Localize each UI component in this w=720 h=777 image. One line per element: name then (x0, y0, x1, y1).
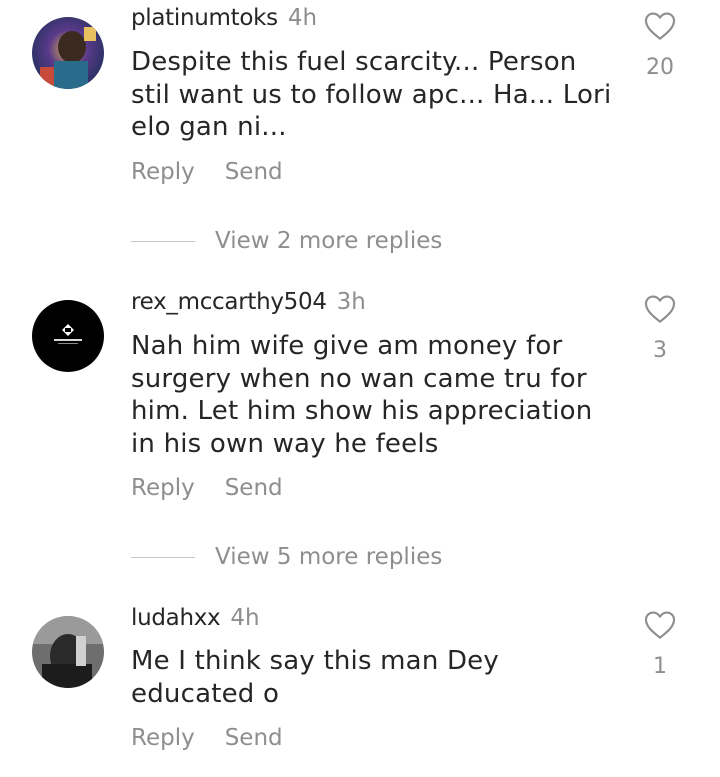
view-replies-button[interactable]: View 5 more replies (131, 543, 442, 571)
reply-button[interactable]: Reply (131, 475, 195, 501)
avatar[interactable] (32, 616, 104, 688)
like-count: 20 (646, 55, 674, 80)
reply-button[interactable]: Reply (131, 725, 195, 751)
comment-text: Me I think say this man Dey educated o (131, 646, 499, 709)
reply-button[interactable]: Reply (131, 159, 195, 185)
heart-outline-icon[interactable] (644, 610, 676, 640)
username[interactable]: rex_mccarthy504 (131, 289, 327, 315)
avatar[interactable] (32, 17, 104, 89)
username[interactable]: platinumtoks (131, 5, 278, 31)
like-count: 3 (653, 338, 667, 363)
comment-text: Nah him wife give am money for surgery w… (131, 331, 593, 459)
send-button[interactable]: Send (225, 159, 283, 185)
comment-actions: Reply Send (131, 474, 283, 502)
like-control: 20 (640, 11, 680, 80)
like-count: 1 (653, 654, 667, 679)
view-replies-label: View 5 more replies (215, 544, 443, 570)
comment-header: platinumtoks 4h (131, 4, 317, 32)
send-button[interactable]: Send (225, 475, 283, 501)
like-control: 3 (640, 294, 680, 363)
view-replies-label: View 2 more replies (215, 228, 443, 254)
replies-divider (131, 241, 195, 242)
like-control: 1 (640, 610, 680, 679)
comments-list: platinumtoks 4h Despite this fuel scarcit… (0, 0, 720, 777)
send-button[interactable]: Send (225, 725, 283, 751)
comment-actions: Reply Send (131, 724, 283, 752)
timestamp: 3h (336, 289, 366, 315)
avatar[interactable] (32, 300, 104, 372)
comment-header: ludahxx 4h (131, 604, 260, 632)
view-replies-button[interactable]: View 2 more replies (131, 227, 442, 255)
replies-divider (131, 557, 195, 558)
comment-actions: Reply Send (131, 158, 283, 186)
timestamp: 4h (287, 5, 318, 31)
heart-outline-icon[interactable] (644, 294, 676, 324)
timestamp: 4h (230, 605, 260, 631)
heart-outline-icon[interactable] (644, 11, 676, 41)
comment-text: Despite this fuel scarcity... Person sti… (131, 47, 612, 142)
username[interactable]: ludahxx (131, 605, 221, 631)
comment-header: rex_mccarthy504 3h (131, 288, 366, 316)
